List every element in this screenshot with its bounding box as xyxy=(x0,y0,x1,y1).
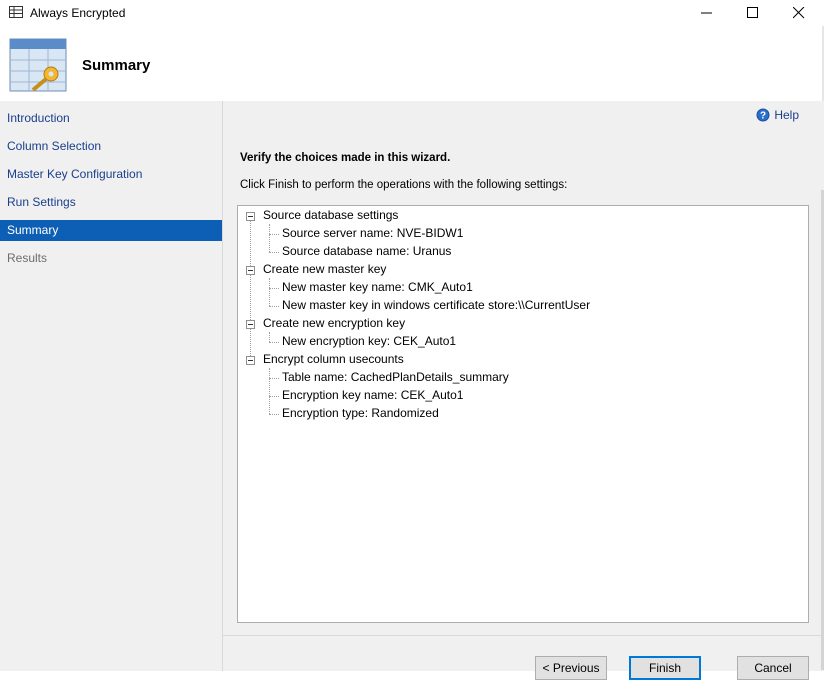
table-key-icon xyxy=(9,38,67,92)
finish-button[interactable]: Finish xyxy=(629,656,701,680)
tree-item[interactable]: Encryption key name: CEK_Auto1 xyxy=(282,388,463,402)
tree-connector xyxy=(269,396,279,397)
tree-connector xyxy=(269,288,279,289)
nav-item-column-selection[interactable]: Column Selection xyxy=(0,136,222,157)
instructions-text: Click Finish to perform the operations w… xyxy=(240,179,568,191)
minimize-icon xyxy=(701,12,712,14)
tree-connector xyxy=(269,234,279,235)
wizard-header: Summary xyxy=(0,26,824,101)
close-icon xyxy=(793,7,805,19)
tree-connector xyxy=(269,278,270,306)
tree-item[interactable]: New master key name: CMK_Auto1 xyxy=(282,280,473,294)
wizard-nav: Introduction Column Selection Master Key… xyxy=(0,101,223,671)
nav-item-master-key-configuration[interactable]: Master Key Configuration xyxy=(0,164,222,185)
help-label: Help xyxy=(774,108,799,122)
tree-node-create-new-master-key[interactable]: Create new master key xyxy=(263,262,386,276)
tree-connector xyxy=(269,332,270,342)
help-link[interactable]: ? Help xyxy=(756,108,799,122)
tree-item[interactable]: Source database name: Uranus xyxy=(282,244,451,258)
title-bar: Always Encrypted xyxy=(0,0,824,26)
previous-button[interactable]: < Previous xyxy=(535,656,607,680)
footer-divider xyxy=(223,635,824,636)
table-icon xyxy=(9,6,23,18)
collapse-icon[interactable] xyxy=(246,356,255,365)
minimize-button[interactable] xyxy=(684,0,730,26)
tree-item[interactable]: New encryption key: CEK_Auto1 xyxy=(282,334,456,348)
nav-item-run-settings[interactable]: Run Settings xyxy=(0,192,222,213)
maximize-icon xyxy=(747,7,758,18)
tree-item[interactable]: Encryption type: Randomized xyxy=(282,406,439,420)
tree-connector xyxy=(269,414,279,415)
nav-item-results: Results xyxy=(7,251,48,265)
tree-node-encrypt-column[interactable]: Encrypt column usecounts xyxy=(263,352,404,366)
verify-heading: Verify the choices made in this wizard. xyxy=(240,152,451,164)
tree-item[interactable]: Table name: CachedPlanDetails_summary xyxy=(282,370,509,384)
collapse-icon[interactable] xyxy=(246,212,255,221)
tree-node-create-new-encryption-key[interactable]: Create new encryption key xyxy=(263,316,405,330)
tree-item[interactable]: Source server name: NVE-BIDW1 xyxy=(282,226,463,240)
maximize-button[interactable] xyxy=(730,0,776,26)
help-icon: ? xyxy=(756,108,770,122)
tree-connector xyxy=(269,306,279,307)
nav-item-introduction[interactable]: Introduction xyxy=(0,108,222,129)
tree-connector xyxy=(269,378,279,379)
collapse-icon[interactable] xyxy=(246,266,255,275)
tree-connector xyxy=(269,342,279,343)
tree-node-source-database-settings[interactable]: Source database settings xyxy=(263,208,398,222)
tree-connector xyxy=(269,224,270,252)
svg-text:?: ? xyxy=(760,111,766,122)
tree-connector xyxy=(250,220,251,364)
summary-tree[interactable]: Source database settings Source server n… xyxy=(237,205,809,623)
page-title: Summary xyxy=(82,57,151,74)
cancel-button[interactable]: Cancel xyxy=(737,656,809,680)
collapse-icon[interactable] xyxy=(246,320,255,329)
tree-connector xyxy=(269,252,279,253)
tree-item[interactable]: New master key in windows certificate st… xyxy=(282,298,590,312)
window-title: Always Encrypted xyxy=(30,6,126,20)
close-button[interactable] xyxy=(776,0,822,26)
tree-connector xyxy=(269,368,270,414)
summary-panel: ? Help Verify the choices made in this w… xyxy=(223,101,824,680)
nav-item-summary[interactable]: Summary xyxy=(0,220,222,241)
